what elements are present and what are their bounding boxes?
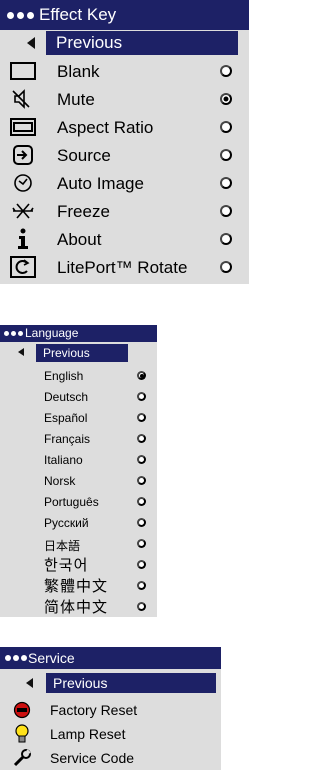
language-option-norsk[interactable]: Norsk [0,470,157,491]
back-arrow-icon [18,348,24,356]
menu-title: Service [28,650,75,666]
radio-button[interactable] [137,497,146,506]
radio-button[interactable] [137,602,146,611]
language-option-japanese[interactable]: 日本語 [0,533,157,554]
blank-screen-icon [8,59,38,83]
menu-item-blank[interactable]: Blank [0,57,249,85]
radio-button-selected[interactable] [137,371,146,380]
auto-image-icon [8,171,38,195]
language-option-deutsch[interactable]: Deutsch [0,386,157,407]
menu-title-bar: Service [0,647,221,669]
effect-key-menu: Effect Key Previous Blank Mute Aspect Ra… [0,0,249,284]
radio-button[interactable] [220,65,232,77]
lamp-bulb-icon [10,724,34,744]
source-input-icon [8,143,38,167]
radio-button[interactable] [137,392,146,401]
previous-button[interactable]: Previous [36,344,128,362]
menu-item-auto-image[interactable]: Auto Image [0,169,249,197]
rotate-icon [8,255,38,279]
radio-button[interactable] [137,560,146,569]
mute-speaker-icon [8,87,38,111]
radio-button[interactable] [137,455,146,464]
info-icon [8,227,38,251]
menu-item-source[interactable]: Source [0,141,249,169]
menu-item-freeze[interactable]: Freeze [0,197,249,225]
back-arrow-icon [27,37,35,49]
radio-button-selected[interactable] [220,93,232,105]
radio-button[interactable] [220,233,232,245]
wrench-icon [10,748,34,768]
radio-button[interactable] [137,413,146,422]
radio-button[interactable] [137,581,146,590]
radio-button[interactable] [137,476,146,485]
menu-dots-icon [5,655,27,661]
previous-button[interactable]: Previous [46,31,238,55]
language-option-english[interactable]: English [0,365,157,386]
radio-button[interactable] [220,261,232,273]
menu-dots-icon [4,331,23,336]
radio-button[interactable] [220,121,232,133]
menu-item-mute[interactable]: Mute [0,85,249,113]
menu-item-lamp-reset[interactable]: Lamp Reset [0,722,221,746]
factory-reset-icon [10,700,34,720]
radio-button[interactable] [220,177,232,189]
menu-title: Language [25,326,79,340]
aspect-ratio-icon [8,115,38,139]
language-option-espanol[interactable]: Español [0,407,157,428]
language-menu: Language Previous English Deutsch Españo… [0,325,157,601]
language-option-russian[interactable]: Русский [0,512,157,533]
menu-title-bar: Language [0,325,157,342]
previous-button[interactable]: Previous [46,673,216,693]
menu-title-bar: Effect Key [0,0,249,30]
radio-button[interactable] [137,518,146,527]
language-option-portugues[interactable]: Português [0,491,157,512]
menu-item-aspect-ratio[interactable]: Aspect Ratio [0,113,249,141]
menu-title: Effect Key [39,5,117,24]
radio-button[interactable] [220,149,232,161]
language-option-francais[interactable]: Français [0,428,157,449]
menu-dots-icon [7,12,34,19]
menu-item-liteport-rotate[interactable]: LitePort™ Rotate [0,253,249,281]
language-option-italiano[interactable]: Italiano [0,449,157,470]
menu-item-about[interactable]: About [0,225,249,253]
language-option-simplified-chinese[interactable]: 简体中文 [0,596,157,617]
menu-item-factory-reset[interactable]: Factory Reset [0,698,221,722]
back-arrow-icon [26,678,33,688]
menu-item-service-code[interactable]: Service Code [0,746,221,770]
service-menu: Service Previous Factory Reset Lamp Rese… [0,647,221,770]
radio-button[interactable] [137,539,146,548]
radio-button[interactable] [137,434,146,443]
snowflake-icon [8,199,38,223]
radio-button[interactable] [220,205,232,217]
language-option-korean[interactable]: 한국어 [0,554,157,575]
language-option-traditional-chinese[interactable]: 繁體中文 [0,575,157,596]
